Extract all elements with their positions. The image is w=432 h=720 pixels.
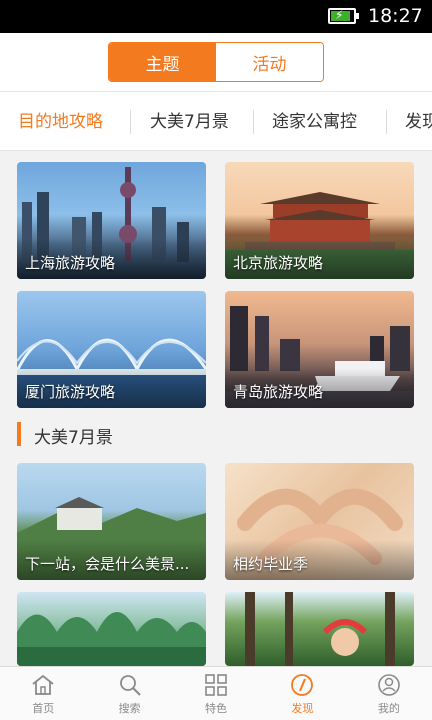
status-bar: ⚡ 18:27 xyxy=(0,0,432,33)
theme-card-next-stop[interactable]: 下一站，会是什么美景... xyxy=(17,463,206,580)
card-caption: 相约毕业季 xyxy=(233,555,309,573)
category-tab-july-scenery[interactable]: 大美7月景 xyxy=(150,92,229,150)
card-caption: 青岛旅游攻略 xyxy=(233,383,324,401)
tab-profile[interactable]: 我的 xyxy=(346,667,432,720)
guide-card-qingdao[interactable]: 青岛旅游攻略 xyxy=(225,291,414,408)
theme-card-graduation[interactable]: 相约毕业季 xyxy=(225,463,414,580)
section-accent-bar xyxy=(17,422,21,446)
tab-label: 首页 xyxy=(32,701,55,715)
theme-card-forest[interactable] xyxy=(225,592,414,666)
guide-card-shanghai[interactable]: 上海旅游攻略 xyxy=(17,162,206,279)
user-icon xyxy=(378,673,400,696)
card-caption: 下一站，会是什么美景... xyxy=(25,555,190,573)
segment-theme[interactable]: 主题 xyxy=(109,43,216,81)
guide-card-xiamen[interactable]: 厦门旅游攻略 xyxy=(17,291,206,408)
battery-charging-icon: ⚡ xyxy=(328,8,359,24)
category-divider xyxy=(130,110,131,134)
search-icon xyxy=(119,674,141,696)
section-title: 大美7月景 xyxy=(34,428,113,448)
segment-activity[interactable]: 活动 xyxy=(216,43,323,81)
category-tab-discover[interactable]: 发现 xyxy=(405,92,432,150)
tab-label: 我的 xyxy=(377,701,400,715)
home-icon xyxy=(32,674,54,695)
top-header: 主题 活动 xyxy=(0,33,432,91)
karst-mountains-image xyxy=(17,612,206,666)
compass-icon xyxy=(291,673,314,696)
forest-portrait-image xyxy=(245,592,395,666)
card-caption: 厦门旅游攻略 xyxy=(25,383,116,401)
tab-search[interactable]: 搜索 xyxy=(86,667,172,720)
category-tabs: 目的地攻略 大美7月景 途家公寓控 发现 xyxy=(0,91,432,151)
tab-features[interactable]: 特色 xyxy=(173,667,259,720)
category-divider xyxy=(253,110,254,134)
category-divider xyxy=(386,110,387,134)
category-tab-destination-guides[interactable]: 目的地攻略 xyxy=(18,92,103,150)
card-caption: 北京旅游攻略 xyxy=(233,254,324,272)
tab-label: 搜索 xyxy=(118,701,141,715)
category-tab-tujia-apartments[interactable]: 途家公寓控 xyxy=(272,92,357,150)
tab-discover[interactable]: 发现 xyxy=(259,667,345,720)
tab-label: 发现 xyxy=(291,701,314,715)
tab-label: 特色 xyxy=(205,701,228,715)
grid-icon xyxy=(205,673,227,696)
bottom-tab-bar: 首页 搜索 特色 发现 我的 xyxy=(0,666,432,720)
guide-card-beijing[interactable]: 北京旅游攻略 xyxy=(225,162,414,279)
tab-home[interactable]: 首页 xyxy=(0,667,86,720)
card-caption: 上海旅游攻略 xyxy=(25,254,116,272)
status-time: 18:27 xyxy=(368,5,423,27)
theme-card-guilin[interactable] xyxy=(17,592,206,666)
segment-control: 主题 活动 xyxy=(108,42,324,82)
